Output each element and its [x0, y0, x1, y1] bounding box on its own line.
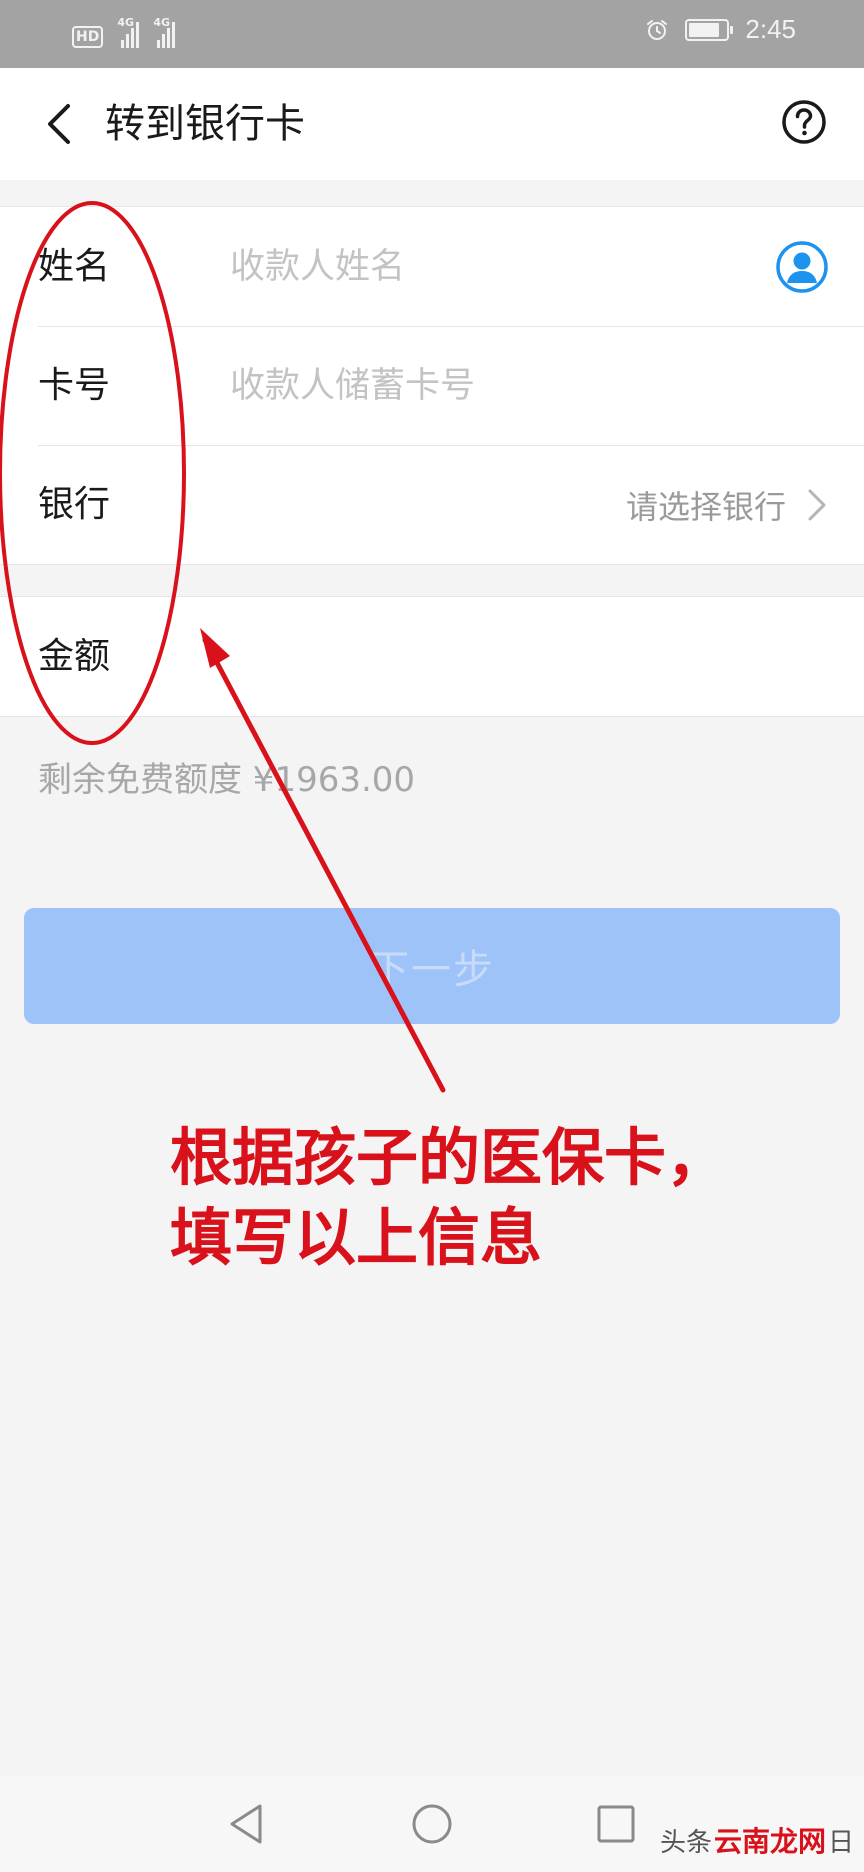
status-bar: HD 4G 4G 2:45 — [0, 0, 864, 68]
bank-row[interactable]: 银行 请选择银行 — [0, 445, 864, 564]
contact-person-icon[interactable] — [776, 241, 828, 293]
system-nav-bar: 头条 云南龙网 日 — [0, 1776, 864, 1872]
bank-placeholder: 请选择银行 — [625, 487, 786, 526]
bank-label: 银行 — [38, 484, 111, 525]
status-time: 2:45 — [745, 14, 796, 44]
signal-sim1-icon: 4G — [117, 16, 140, 48]
back-arrow-icon[interactable] — [34, 96, 90, 152]
hd-badge: HD — [72, 26, 104, 48]
battery-level — [689, 22, 720, 37]
status-right: 2:45 — [645, 14, 796, 45]
card-number-label: 卡号 — [38, 365, 111, 406]
page-title: 转到银行卡 — [105, 101, 305, 147]
next-step-button[interactable]: 下一步 — [24, 908, 840, 1024]
amount-input[interactable] — [230, 627, 750, 687]
card-number-row: 卡号 — [0, 326, 864, 445]
card-number-input[interactable] — [230, 356, 750, 416]
alarm-clock-icon — [647, 19, 668, 40]
sim2-network-tag: 4G — [153, 16, 171, 29]
name-label: 姓名 — [38, 246, 111, 287]
name-row: 姓名 — [0, 207, 864, 326]
chevron-right-icon — [808, 489, 826, 520]
amount-row: 金额 — [0, 597, 864, 716]
watermark-brand: 云南龙网 — [713, 1825, 826, 1858]
amount-form: 金额 — [0, 596, 864, 717]
system-back-icon[interactable] — [222, 1800, 270, 1848]
watermark-prefix: 头条 — [659, 1827, 712, 1858]
watermark-suffix: 日 — [827, 1827, 854, 1858]
signal-sim2-icon: 4G — [153, 16, 176, 48]
annotation-text: 根据孩子的医保卡， 填写以上信息 — [170, 1121, 729, 1274]
battery-icon — [685, 18, 734, 41]
recipient-form: 姓名 卡号 银行 请选择银行 — [0, 206, 864, 565]
name-input[interactable] — [230, 237, 750, 297]
amount-label: 金额 — [38, 636, 111, 677]
sim1-network-tag: 4G — [117, 16, 135, 29]
system-home-icon[interactable] — [408, 1800, 456, 1848]
system-recents-icon[interactable] — [592, 1800, 640, 1848]
free-quota-text: 剩余免费额度 ¥1963.00 — [38, 760, 416, 800]
status-left: HD 4G 4G — [72, 16, 176, 48]
nav-bar: 转到银行卡 — [0, 68, 864, 180]
bank-select[interactable]: 请选择银行 — [626, 445, 828, 564]
watermark: 头条 云南龙网 日 — [660, 1820, 854, 1860]
help-icon[interactable] — [780, 98, 828, 146]
